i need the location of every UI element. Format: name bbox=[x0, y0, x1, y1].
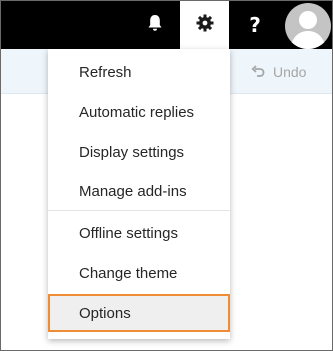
notifications-button[interactable] bbox=[132, 1, 178, 49]
menu-item-offline-settings[interactable]: Offline settings bbox=[48, 214, 230, 252]
help-button[interactable]: ? bbox=[231, 1, 279, 49]
undo-button[interactable]: Undo bbox=[251, 62, 306, 82]
app-window: ? Undo Refresh Automatic replies Display… bbox=[0, 0, 333, 351]
avatar[interactable] bbox=[285, 3, 331, 49]
menu-item-automatic-replies[interactable]: Automatic replies bbox=[48, 93, 230, 131]
settings-button[interactable] bbox=[180, 1, 229, 49]
menu-item-refresh[interactable]: Refresh bbox=[48, 53, 230, 91]
settings-menu: Refresh Automatic replies Display settin… bbox=[48, 49, 230, 339]
gear-icon bbox=[196, 14, 214, 36]
menu-item-display-settings[interactable]: Display settings bbox=[48, 133, 230, 171]
menu-item-options[interactable]: Options bbox=[48, 294, 230, 332]
undo-icon bbox=[251, 64, 273, 81]
top-navigation-bar: ? bbox=[1, 1, 332, 49]
undo-label: Undo bbox=[273, 64, 307, 80]
menu-item-change-theme[interactable]: Change theme bbox=[48, 254, 230, 292]
menu-item-manage-add-ins[interactable]: Manage add-ins bbox=[48, 172, 230, 210]
bell-icon bbox=[147, 14, 163, 36]
help-icon: ? bbox=[249, 13, 261, 37]
avatar-icon bbox=[285, 11, 331, 49]
menu-divider bbox=[48, 210, 230, 211]
